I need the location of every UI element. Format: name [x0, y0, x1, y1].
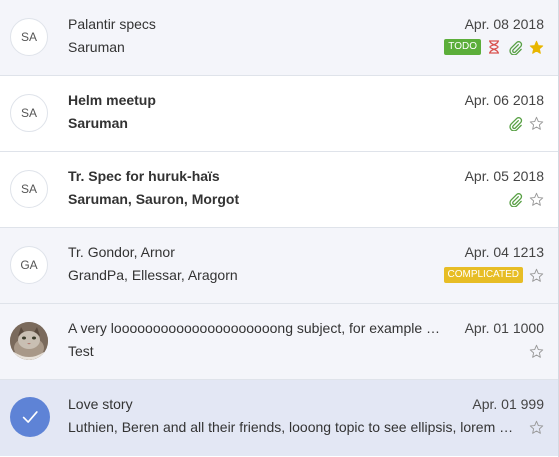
- message-sender: Saruman: [68, 39, 125, 55]
- message-row[interactable]: SA Helm meetup Saruman Apr. 06 2018: [0, 76, 558, 152]
- message-subject: Helm meetup: [68, 92, 156, 108]
- cat-photo-icon: [10, 322, 48, 360]
- message-subject: Palantir specs: [68, 16, 156, 32]
- checkmark-icon: [22, 411, 38, 423]
- message-meta: [528, 418, 544, 436]
- message-row[interactable]: SA Palantir specs Saruman Apr. 08 2018 T…: [0, 0, 558, 76]
- star-icon[interactable]: [528, 115, 544, 131]
- message-subject: A very looooooooooooooooooooong subject,…: [68, 320, 447, 336]
- message-date: Apr. 06 2018: [464, 92, 544, 108]
- message-subject: Love story: [68, 396, 133, 412]
- message-row-selected[interactable]: Love story Luthien, Beren and all their …: [0, 380, 558, 456]
- star-icon[interactable]: [528, 267, 544, 283]
- star-icon[interactable]: [528, 343, 544, 359]
- message-row[interactable]: A very looooooooooooooooooooong subject,…: [0, 304, 558, 380]
- avatar[interactable]: SA: [10, 170, 48, 208]
- message-row[interactable]: GA Tr. Gondor, Arnor GrandPa, Ellessar, …: [0, 228, 558, 304]
- paperclip-icon: [507, 115, 523, 131]
- message-meta: [528, 342, 544, 360]
- message-meta: TODO: [444, 38, 544, 56]
- avatar-checkbox[interactable]: [10, 397, 50, 437]
- paperclip-icon: [507, 191, 523, 207]
- message-sender: Luthien, Beren and all their friends, lo…: [68, 419, 516, 435]
- avatar[interactable]: SA: [10, 18, 48, 56]
- hourglass-icon: [486, 39, 502, 55]
- message-subject: Tr. Gondor, Arnor: [68, 244, 175, 260]
- tag-badge[interactable]: COMPLICATED: [443, 267, 523, 283]
- avatar[interactable]: [10, 322, 48, 360]
- message-meta: [507, 114, 544, 132]
- message-date: Apr. 04 1213: [464, 244, 544, 260]
- message-date: Apr. 05 2018: [464, 168, 544, 184]
- message-date: Apr. 01 1000: [464, 320, 544, 336]
- star-icon[interactable]: [528, 39, 544, 55]
- message-meta: COMPLICATED: [443, 266, 545, 284]
- message-list: SA Palantir specs Saruman Apr. 08 2018 T…: [0, 0, 559, 457]
- message-meta: [507, 190, 544, 208]
- message-sender: Test: [68, 343, 94, 359]
- message-row[interactable]: SA Tr. Spec for huruk-haïs Saruman, Saur…: [0, 152, 558, 228]
- paperclip-icon: [507, 39, 523, 55]
- message-date: Apr. 01 999: [472, 396, 544, 412]
- message-sender: Saruman: [68, 115, 128, 131]
- message-sender: GrandPa, Ellessar, Aragorn: [68, 267, 238, 283]
- avatar[interactable]: GA: [10, 246, 48, 284]
- message-sender: Saruman, Sauron, Morgot: [68, 191, 240, 207]
- star-icon[interactable]: [528, 191, 544, 207]
- message-date: Apr. 08 2018: [464, 16, 544, 32]
- star-icon[interactable]: [528, 419, 544, 435]
- tag-badge[interactable]: TODO: [444, 39, 481, 55]
- avatar[interactable]: SA: [10, 94, 48, 132]
- message-subject: Tr. Spec for huruk-haïs: [68, 168, 220, 184]
